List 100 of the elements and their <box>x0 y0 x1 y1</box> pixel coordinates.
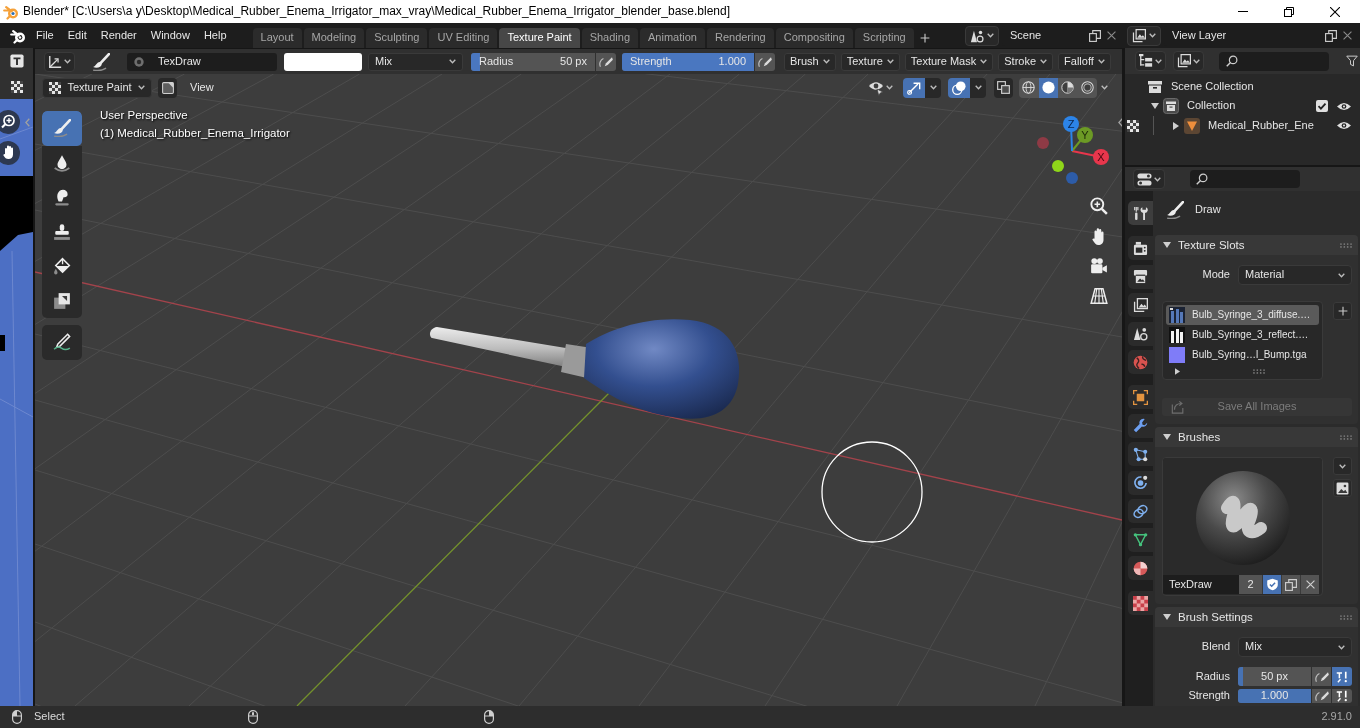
unify-toggle[interactable] <box>1332 667 1352 686</box>
workspace-tab[interactable]: Compositing <box>775 28 853 48</box>
hand-icon[interactable] <box>0 141 20 165</box>
tool-button[interactable] <box>42 111 82 146</box>
workspace-tab[interactable]: Animation <box>640 28 705 48</box>
outliner-item[interactable]: Medical_Rubber_Ene <box>1208 118 1314 133</box>
workspace-tab[interactable]: Texture Paint <box>499 28 580 48</box>
zoom-icon[interactable] <box>1090 197 1108 215</box>
z-axis-handle[interactable]: Z <box>1063 116 1079 152</box>
texture-slot-item[interactable]: Bulb_Syring…l_Bump.tga <box>1166 345 1319 365</box>
mode-dropdown[interactable]: Material <box>1238 265 1352 285</box>
image-toggle-button[interactable] <box>1333 479 1352 497</box>
menu-item[interactable]: Help <box>196 25 234 46</box>
menu-item[interactable]: File <box>29 25 61 46</box>
outliner-item[interactable]: Scene Collection <box>1171 79 1254 94</box>
camera-icon[interactable] <box>1090 257 1108 275</box>
checker-icon[interactable] <box>1127 119 1139 132</box>
zoom-icon[interactable] <box>0 110 20 134</box>
overlay-toggle[interactable] <box>948 77 970 98</box>
scene-browse-dropdown[interactable] <box>965 25 999 46</box>
xray-toggle[interactable] <box>994 77 1013 98</box>
search-field[interactable] <box>1219 51 1329 71</box>
texture-slot-item[interactable]: Bulb_Syringe_3_reflect.… <box>1166 325 1319 345</box>
tool-button[interactable] <box>42 283 82 318</box>
tool-button[interactable] <box>42 145 82 180</box>
unify-toggle[interactable] <box>1332 689 1352 703</box>
display-mode-dropdown[interactable] <box>1135 51 1166 71</box>
blend-dropdown[interactable]: Mix <box>1238 637 1352 657</box>
eye-icon[interactable] <box>1337 121 1351 131</box>
gizmo-toggle[interactable] <box>903 77 925 98</box>
workspace-tab[interactable]: Shading <box>581 28 639 48</box>
properties-tab[interactable] <box>1128 470 1153 495</box>
outliner-item[interactable]: Collection <box>1187 99 1236 114</box>
properties-tab[interactable] <box>1128 293 1153 317</box>
menu-item[interactable]: Window <box>143 25 197 46</box>
properties-tab[interactable] <box>1128 264 1153 289</box>
brush-name-field[interactable]: TexDraw <box>127 52 277 71</box>
tool-square-icon[interactable] <box>9 54 24 68</box>
shading-button[interactable] <box>1038 77 1058 98</box>
options-dropdown[interactable] <box>970 77 986 98</box>
menu-item[interactable]: View <box>182 77 222 98</box>
value-slider[interactable]: 1.000 <box>1238 689 1311 703</box>
workspace-tab[interactable]: Scripting <box>854 28 914 48</box>
properties-tab[interactable] <box>1128 499 1153 523</box>
blender-logo-icon[interactable] <box>10 27 26 44</box>
negative-y-handle[interactable] <box>1052 160 1064 172</box>
perspective-grid-icon[interactable] <box>1090 287 1108 305</box>
color-swatch[interactable] <box>284 52 362 71</box>
properties-tab[interactable] <box>1128 321 1153 346</box>
workspace-tab[interactable]: Sculpting <box>366 28 428 48</box>
menu-item[interactable]: Edit <box>60 25 94 46</box>
menu-dropdown[interactable]: Stroke <box>998 52 1054 71</box>
properties-tab[interactable] <box>1128 442 1153 466</box>
panel-header[interactable]: Brushes <box>1155 427 1358 447</box>
x-axis-handle[interactable]: X <box>1071 149 1109 165</box>
pressure-toggle[interactable] <box>1312 689 1331 703</box>
fake-user-toggle[interactable] <box>1262 575 1281 594</box>
view-layer-dropdown[interactable] <box>1173 51 1204 71</box>
expanded-triangle-icon[interactable] <box>1151 103 1159 110</box>
grip-icon[interactable] <box>1253 368 1265 374</box>
menu-dropdown[interactable]: Texture Mask <box>904 52 994 71</box>
view-layer-browse-dropdown[interactable] <box>1127 25 1161 46</box>
search-field[interactable] <box>1190 170 1300 188</box>
value-slider[interactable]: Radius 50 px <box>471 52 595 71</box>
blend-dropdown[interactable]: Mix <box>368 52 463 71</box>
unlink-button[interactable] <box>1300 575 1319 594</box>
pressure-toggle[interactable] <box>755 52 775 71</box>
mode-dropdown[interactable]: Texture Paint <box>42 77 152 98</box>
editor-type-dropdown[interactable] <box>44 51 75 72</box>
properties-tab[interactable] <box>1128 591 1153 615</box>
menu-item[interactable]: Render <box>93 25 144 46</box>
pressure-toggle[interactable] <box>1312 667 1331 686</box>
workspace-tab[interactable]: UV Editing <box>429 28 498 48</box>
shading-button[interactable] <box>1058 77 1078 98</box>
menu-dropdown[interactable]: Brush <box>784 52 836 71</box>
texture-slot-item[interactable]: Bulb_Syringe_3_diffuse.… <box>1166 305 1319 325</box>
shading-button[interactable] <box>1077 77 1097 98</box>
user-count-button[interactable]: 2 <box>1239 575 1262 594</box>
panel-header[interactable]: Brush Settings <box>1155 607 1358 627</box>
panel-header[interactable]: Texture Slots <box>1155 235 1358 255</box>
collapsed-triangle-icon[interactable] <box>1173 121 1179 130</box>
negative-z-handle[interactable] <box>1066 172 1078 184</box>
properties-tab[interactable] <box>1128 201 1153 225</box>
paint-mask-toggle[interactable] <box>158 77 177 98</box>
workspace-tab[interactable]: Layout <box>252 28 302 48</box>
negative-x-handle[interactable] <box>1037 137 1049 149</box>
brush-name-field[interactable]: TexDraw <box>1163 575 1239 594</box>
menu-dropdown[interactable]: Texture <box>840 52 900 71</box>
eye-icon[interactable] <box>1337 101 1351 111</box>
duplicate-button[interactable] <box>1281 575 1300 594</box>
shading-button[interactable] <box>1019 77 1039 98</box>
editor-type-dropdown[interactable] <box>1133 169 1165 189</box>
brush-list-button[interactable] <box>1333 457 1352 475</box>
workspace-tab[interactable]: Rendering <box>706 28 774 48</box>
properties-tab[interactable] <box>1128 527 1153 552</box>
value-slider[interactable]: Strength 1.000 <box>622 52 754 71</box>
properties-tab[interactable] <box>1128 413 1153 438</box>
tool-button[interactable] <box>42 325 82 360</box>
properties-tab[interactable] <box>1128 385 1153 409</box>
properties-tab[interactable] <box>1128 556 1153 580</box>
